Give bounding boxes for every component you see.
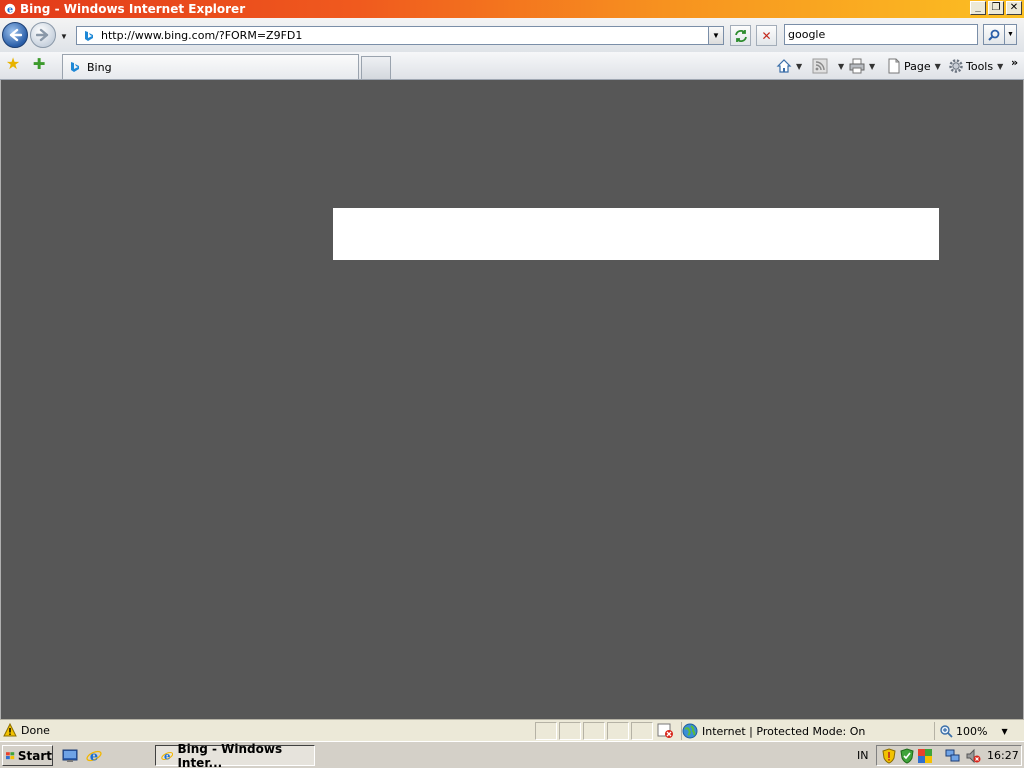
home-dropdown-arrow[interactable]: ▼ <box>796 62 802 71</box>
taskbar-button-label: Bing - Windows Inter... <box>177 741 283 768</box>
bing-favicon-icon <box>71 62 79 72</box>
content-panel <box>333 208 939 260</box>
tools-dropdown-arrow[interactable]: ▼ <box>997 62 1003 71</box>
system-tray: 16:27 <box>876 745 1022 766</box>
status-pane <box>583 722 605 740</box>
popup-blocked-icon[interactable] <box>657 723 675 739</box>
search-input[interactable] <box>785 28 977 41</box>
search-options-dropdown[interactable]: ▼ <box>1005 24 1017 45</box>
zone-text: Internet | Protected Mode: On <box>702 724 866 738</box>
status-text: Done <box>21 724 50 737</box>
stop-button[interactable]: ✕ <box>756 25 777 46</box>
security-zone[interactable]: Internet | Protected Mode: On <box>681 722 929 740</box>
print-dropdown-arrow[interactable]: ▼ <box>869 62 875 71</box>
minimize-button[interactable]: _ <box>970 1 986 15</box>
tab-bing[interactable]: Bing <box>62 54 359 79</box>
page-content <box>0 80 1024 719</box>
close-button[interactable]: ✕ <box>1006 1 1022 15</box>
home-icon <box>776 59 792 73</box>
svg-text:e: e <box>164 751 170 762</box>
gear-icon <box>949 59 963 73</box>
address-dropdown-button[interactable]: ▼ <box>708 27 723 44</box>
navigation-bar: ▼ ▼ ✕ ▼ <box>0 18 1024 52</box>
taskbar-button-bing[interactable]: e Bing - Windows Inter... <box>155 741 315 768</box>
address-bar[interactable]: ▼ <box>76 26 724 45</box>
back-button[interactable] <box>2 22 28 48</box>
start-button[interactable]: Start <box>2 745 53 766</box>
forward-button[interactable] <box>30 22 56 48</box>
restore-button[interactable]: ❐ <box>988 1 1004 15</box>
svg-text:e: e <box>90 750 98 765</box>
status-bar: Done Internet | Protected Mode: On 100% … <box>0 719 1024 741</box>
status-pane <box>559 722 581 740</box>
print-button[interactable]: ▼ <box>849 57 875 75</box>
warning-icon[interactable] <box>3 723 17 737</box>
internet-explorer-icon: e <box>4 3 16 16</box>
antivirus-icon[interactable] <box>899 748 915 764</box>
start-label: Start <box>17 748 52 763</box>
recent-pages-dropdown[interactable]: ▼ <box>60 32 70 41</box>
status-pane <box>631 722 653 740</box>
zoom-level: 100% <box>956 724 988 738</box>
internet-explorer-icon: e <box>161 751 174 762</box>
print-icon <box>849 58 865 74</box>
page-menu-label: Page <box>904 59 931 73</box>
forward-arrow-icon <box>36 28 49 42</box>
volume-muted-icon[interactable] <box>965 748 981 764</box>
status-pane <box>607 722 629 740</box>
feeds-button[interactable]: ▼ <box>812 57 844 75</box>
page-dropdown-arrow[interactable]: ▼ <box>935 62 941 71</box>
page-icon <box>888 58 900 74</box>
search-icon <box>988 29 1000 41</box>
tab-label: Bing <box>87 60 112 74</box>
command-overflow-button[interactable]: » <box>1011 53 1018 71</box>
taskbar: Start e e Bing - Windows Inter... IN 16:… <box>0 741 1024 768</box>
favorites-star-icon[interactable]: ★ <box>4 56 22 74</box>
search-box[interactable] <box>784 24 978 45</box>
internet-explorer-icon[interactable]: e <box>86 748 102 764</box>
updates-icon[interactable] <box>917 748 933 764</box>
zoom-control[interactable]: 100% ▼ <box>934 722 1016 740</box>
language-indicator[interactable]: IN <box>857 749 868 762</box>
address-input[interactable] <box>101 29 708 42</box>
bing-favicon-icon <box>85 30 93 41</box>
refresh-button[interactable] <box>730 25 751 46</box>
rss-feed-icon <box>812 58 828 74</box>
feeds-dropdown-arrow[interactable]: ▼ <box>838 62 844 71</box>
show-desktop-icon[interactable] <box>62 748 78 764</box>
zoom-icon <box>940 725 953 738</box>
stop-icon: ✕ <box>761 28 772 43</box>
back-arrow-icon <box>9 28 22 42</box>
windows-flag-icon <box>6 751 15 759</box>
status-pane <box>535 722 557 740</box>
svg-text:e: e <box>7 5 13 16</box>
tools-menu-button[interactable]: Tools ▼ <box>948 57 1003 75</box>
window-title: Bing - Windows Internet Explorer <box>20 2 246 16</box>
tools-menu-label: Tools <box>966 59 994 73</box>
network-icon[interactable] <box>945 748 961 764</box>
new-tab-button[interactable] <box>361 56 391 79</box>
security-shield-icon[interactable] <box>881 748 897 764</box>
title-bar: e Bing - Windows Internet Explorer _ ❐ ✕ <box>0 0 1024 18</box>
globe-icon <box>682 723 698 739</box>
home-button[interactable]: ▼ <box>776 57 802 75</box>
add-favorites-icon[interactable]: ✚ <box>30 56 48 74</box>
page-menu-button[interactable]: Page ▼ <box>886 57 941 75</box>
refresh-icon <box>734 29 747 42</box>
search-button[interactable] <box>983 24 1005 45</box>
command-bar: ★ ✚ Bing ▼ ▼ ▼ Page ▼ Tools ▼ » <box>0 52 1024 80</box>
clock[interactable]: 16:27 <box>987 749 1019 762</box>
zoom-dropdown-arrow[interactable]: ▼ <box>1001 727 1007 736</box>
